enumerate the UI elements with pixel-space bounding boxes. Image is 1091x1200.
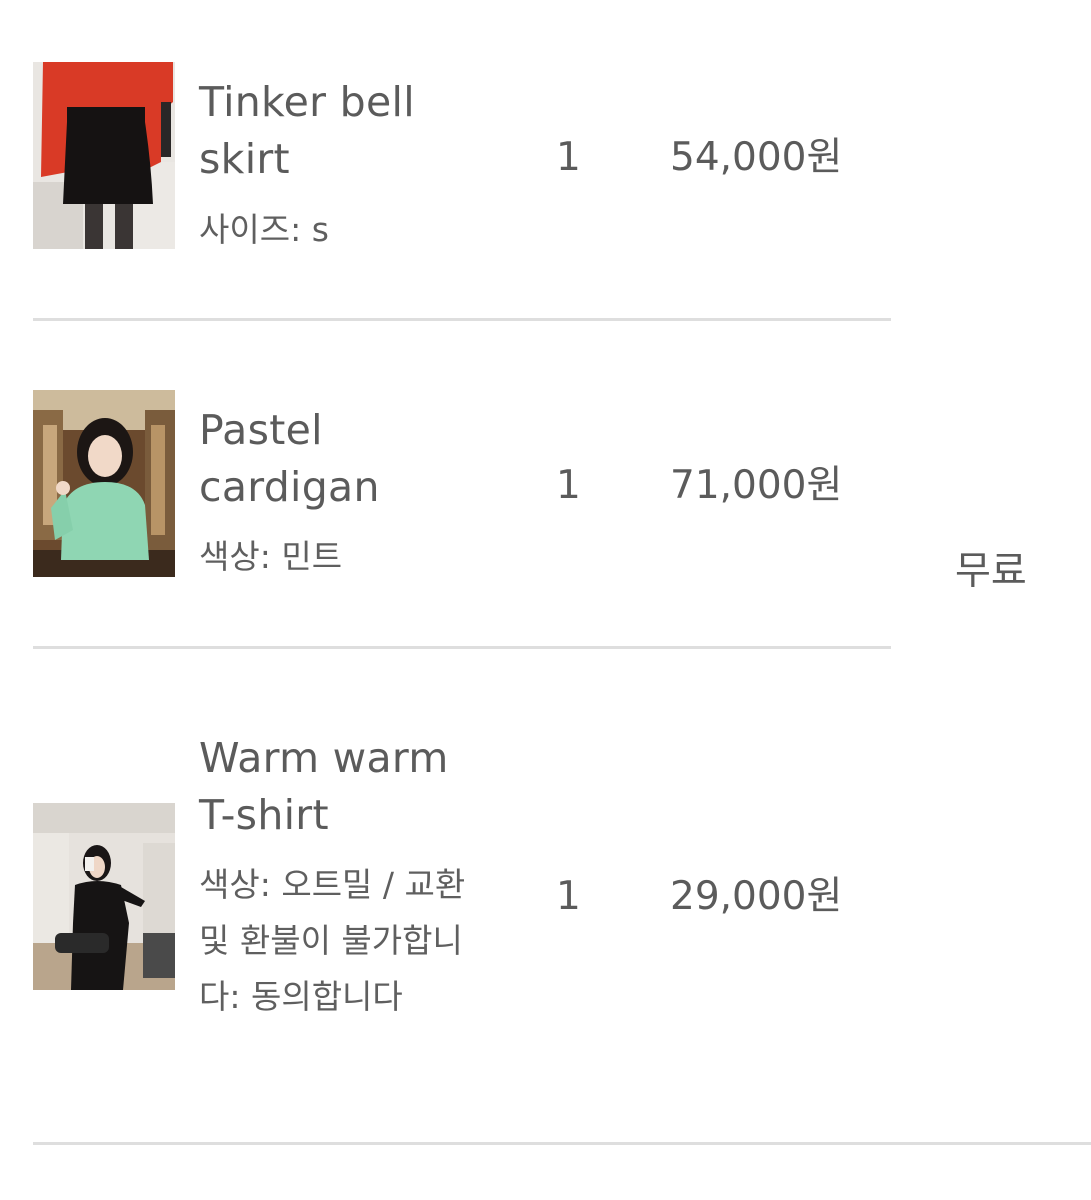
price: 29,000원 [670,874,843,919]
product-name[interactable]: Pastel cardigan [199,402,380,516]
product-name-line: skirt [199,135,290,183]
product-name-line: Warm warm [199,734,449,782]
product-option: 사이즈: s [199,210,329,249]
product-photo-icon [33,62,175,249]
shipping-fee: 무료 [955,549,1027,594]
product-thumbnail[interactable] [33,803,175,990]
product-thumbnail[interactable] [33,390,175,577]
product-name[interactable]: Warm warm T-shirt [199,730,449,844]
product-name-line: T-shirt [199,791,329,839]
price: 54,000원 [670,135,843,180]
row-divider [33,1142,1091,1145]
quantity: 1 [556,874,581,919]
product-name-line: cardigan [199,463,380,511]
quantity: 1 [556,135,581,180]
product-option: 색상: 민트 [199,537,343,576]
product-name[interactable]: Tinker bell skirt [199,74,415,188]
row-divider [33,318,891,321]
row-divider [33,646,891,649]
price: 71,000원 [670,463,843,508]
product-option: 색상: 오트밀 / 교환 및 환불이 불가합니다: 동의합니다 [199,865,466,1016]
product-thumbnail[interactable] [33,62,175,249]
product-name-line: Pastel [199,406,323,454]
product-name-line: Tinker bell [199,78,415,126]
product-photo-icon [33,390,175,577]
product-photo-icon [33,803,175,990]
quantity: 1 [556,463,581,508]
